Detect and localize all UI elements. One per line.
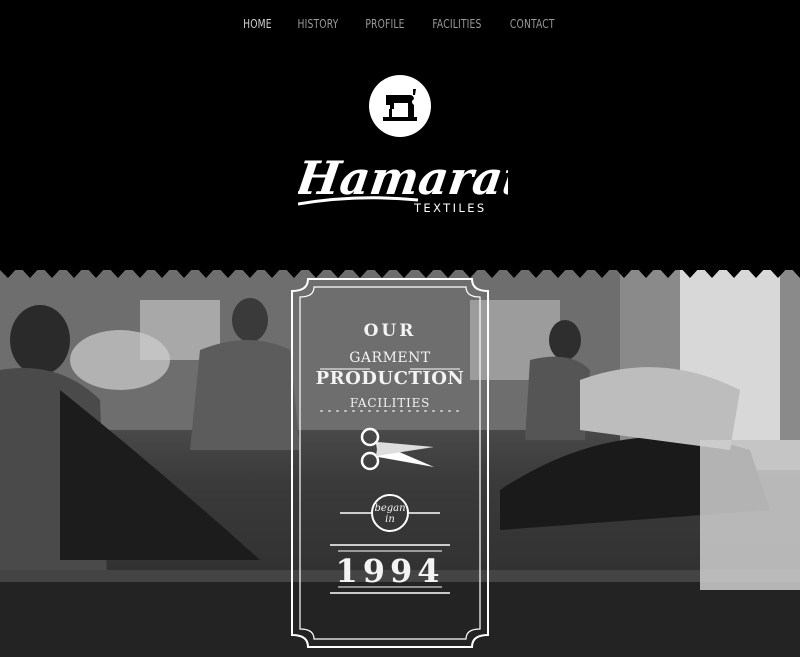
nav-history[interactable]: HISTORY [290,16,346,32]
sewing-machine-icon [369,75,431,137]
main-nav: HOME HISTORY PROFILE FACILITIES CONTACT [0,16,800,32]
hero-line-garment: GARMENT [349,350,431,366]
hero-badge: OUR GARMENT PRODUCTION FACILITIES began … [290,277,490,649]
hero-year: 1994 [335,552,445,590]
nav-home[interactable]: HOME [236,16,279,32]
nav-profile[interactable]: PROFILE [358,16,412,32]
hero-began-line2: in [385,514,395,525]
page: HOME HISTORY PROFILE FACILITIES CONTACT … [0,0,800,657]
nav-facilities[interactable]: FACILITIES [425,16,489,32]
hero-began: began in [290,503,490,525]
brand-logo[interactable]: Hamarath TEXTILES [0,70,800,220]
hero-line-our: OUR [363,321,417,341]
hero-line-facilities: FACILITIES [349,396,431,410]
scissors-icon [360,427,434,471]
brand-subtitle: TEXTILES [414,201,487,215]
hero-began-line1: began [374,503,406,514]
nav-contact[interactable]: CONTACT [503,16,563,32]
svg-text:Hamarath: Hamarath [298,151,508,205]
hero-line-production: PRODUCTION [315,368,465,389]
